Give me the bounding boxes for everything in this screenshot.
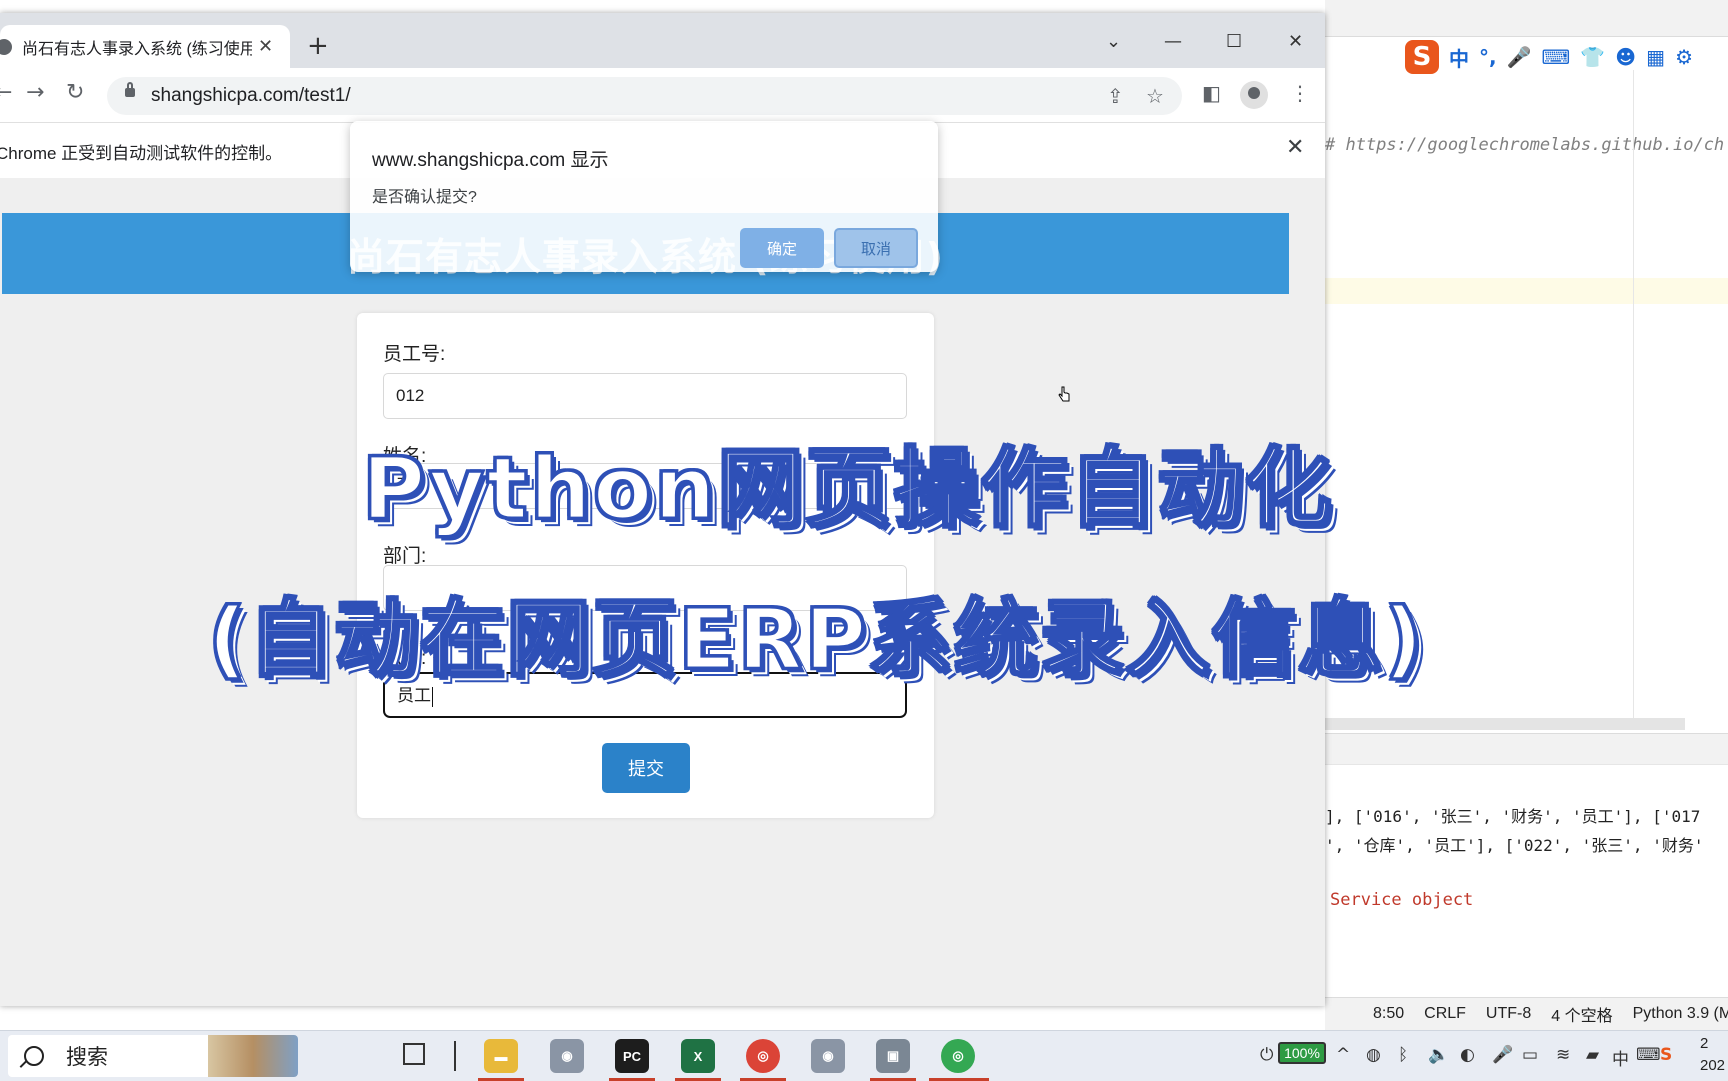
new-tab-button[interactable]: + [307, 31, 329, 61]
bookmark-star-icon[interactable]: ☆ [1146, 84, 1164, 108]
tab-close-icon[interactable]: ✕ [258, 36, 273, 57]
editor-horizontal-scrollbar[interactable] [1325, 718, 1685, 730]
console-output-line: ', '仓库', '员工'], ['022', '张三', '财务' [1325, 836, 1704, 855]
camera-app-icon[interactable]: ▣ [876, 1039, 910, 1073]
tray-app-icon[interactable]: ◐ [1460, 1045, 1475, 1065]
microphone-icon[interactable]: 🎤 [1492, 1045, 1513, 1065]
hand-cursor-icon [1058, 386, 1070, 402]
ime-indicator[interactable]: 中 [1612, 1045, 1629, 1070]
employee-form-card: 员工号: 012 姓名: 王 部门: 职务: 员工 提交 [357, 313, 934, 818]
close-window-button[interactable]: ✕ [1288, 31, 1303, 52]
console-output-line: ], ['016', '张三', '财务', '员工'], ['017 [1325, 807, 1701, 826]
address-bar[interactable]: shangshicpa.com/test1/ ⇪ ☆ [107, 77, 1182, 115]
clock-time: 2 [1700, 1035, 1709, 1052]
line-ending[interactable]: CRLF [1424, 1005, 1466, 1023]
current-line-highlight [1325, 278, 1728, 304]
infobar-close-icon[interactable]: ✕ [1286, 135, 1304, 160]
lock-icon[interactable] [125, 82, 135, 97]
submit-button[interactable]: 提交 [602, 743, 690, 793]
sogou-logo-icon[interactable]: S [1405, 40, 1439, 74]
taskbar-search-box[interactable]: 搜索 [8, 1035, 298, 1077]
indent-setting[interactable]: 4 个空格 [1551, 1002, 1612, 1026]
profile-avatar[interactable] [1240, 81, 1268, 109]
python-interpreter[interactable]: Python 3.9 (My [1633, 1005, 1728, 1023]
excel-icon[interactable]: X [681, 1039, 715, 1073]
search-icon [24, 1046, 44, 1066]
share-icon[interactable]: ⇪ [1107, 84, 1124, 108]
apps-grid-icon[interactable]: ▦ [1646, 45, 1665, 69]
dialog-message: 是否确认提交? [372, 189, 477, 206]
console-output-line: Service object [1330, 890, 1474, 910]
overlay-subtitle: (自动在网页ERP系统录入信息) [206, 589, 1425, 690]
battery-indicator[interactable]: 100% [1278, 1042, 1326, 1064]
file-explorer-icon[interactable]: ▬ [484, 1039, 518, 1073]
code-comment-url: # https://googlechromelabs.github.io/ch [1325, 135, 1725, 155]
chevron-up-icon[interactable]: ^ [1336, 1045, 1350, 1065]
chrome-red-icon[interactable]: ◎ [746, 1039, 780, 1073]
reload-icon[interactable]: ↻ [66, 80, 84, 105]
tab-title: 尚石有志人事录入系统 (练习使用) [22, 40, 252, 58]
tab-active[interactable]: 尚石有志人事录入系统 (练习使用) ✕ [0, 25, 290, 68]
ime-chinese-mode-icon[interactable]: 中 [1449, 43, 1469, 72]
tray-app-icon[interactable]: ▰ [1586, 1045, 1599, 1065]
site-favicon-icon [0, 38, 12, 55]
cursor-position[interactable]: 8:50 [1373, 1005, 1404, 1023]
app-icon[interactable]: ◉ [550, 1039, 584, 1073]
app-icon[interactable]: ◉ [811, 1039, 845, 1073]
tab-strip: 尚石有志人事录入系统 (练习使用) ✕ + ⌄ — ☐ ✕ [0, 13, 1325, 68]
department-label: 部门: [383, 546, 427, 567]
back-arrow-icon[interactable]: ← [0, 80, 12, 105]
punctuation-icon[interactable]: °, [1479, 45, 1497, 69]
microphone-icon[interactable]: 🎤 [1507, 45, 1532, 69]
pycharm-icon[interactable]: PC [615, 1039, 649, 1073]
chrome-icon[interactable]: ◎ [941, 1039, 975, 1073]
employee-id-input[interactable]: 012 [383, 373, 907, 419]
url-text[interactable]: shangshicpa.com/test1/ [151, 85, 351, 107]
side-panel-icon[interactable]: ◧ [1202, 81, 1221, 105]
file-encoding[interactable]: UTF-8 [1486, 1005, 1531, 1023]
screen-icon[interactable]: ▭ [1522, 1045, 1538, 1065]
bluetooth-icon[interactable]: ᛒ [1398, 1045, 1408, 1065]
dialog-cancel-button[interactable]: 取消 [834, 228, 918, 268]
run-console-header [1325, 733, 1728, 765]
volume-icon[interactable]: 🔈 [1428, 1045, 1449, 1065]
employee-id-label: 员工号: [383, 344, 446, 365]
taskbar-clock[interactable]: 2 202 [1700, 1033, 1725, 1077]
tab-search-chevron-icon[interactable]: ⌄ [1106, 31, 1121, 52]
settings-icon[interactable]: ⚙ [1675, 45, 1693, 69]
sogou-tray-icon[interactable]: S [1660, 1045, 1672, 1065]
right-margin-guide [1633, 70, 1634, 730]
forward-arrow-icon[interactable]: → [26, 80, 44, 105]
tray-app-icon[interactable]: ⌨ [1636, 1045, 1661, 1065]
search-highlight-image [208, 1035, 298, 1077]
automation-notice: Chrome 正受到自动测试软件的控制。 [0, 144, 283, 163]
task-view-icon[interactable] [403, 1043, 425, 1065]
browser-toolbar: ← → ↻ shangshicpa.com/test1/ ⇪ ☆ ◧ ⋮ [0, 68, 1325, 122]
game-icon[interactable]: ☻ [1615, 45, 1636, 69]
ime-toolbar: S 中 °, 🎤 ⌨ 👕 ☻ ▦ ⚙ [1405, 40, 1693, 74]
plug-icon[interactable]: ⏻ [1260, 1045, 1273, 1065]
wifi-icon[interactable]: ≋ [1556, 1045, 1570, 1065]
maximize-button[interactable]: ☐ [1226, 31, 1242, 52]
minimize-button[interactable]: — [1164, 31, 1182, 52]
overlay-title: Python网页操作自动化 [360, 438, 1334, 541]
keyboard-icon[interactable]: ⌨ [1542, 45, 1571, 69]
tray-app-icon[interactable]: ◍ [1366, 1045, 1381, 1065]
taskbar-divider [454, 1041, 456, 1071]
dialog-origin: www.shangshicpa.com 显示 [372, 150, 609, 171]
dialog-ok-button[interactable]: 确定 [740, 228, 824, 268]
windows-taskbar: 搜索 ▬ ◉ PC X ◎ ◉ ▣ ◎ ⏻ 100% ^ ◍ ᛒ 🔈 ◐ 🎤 ▭… [0, 1030, 1728, 1081]
skin-icon[interactable]: 👕 [1580, 45, 1605, 69]
ide-window: S 中 °, 🎤 ⌨ 👕 ☻ ▦ ⚙ # https://googlechrom… [1325, 0, 1728, 1030]
ide-status-bar: 8:50 CRLF UTF-8 4 个空格 Python 3.9 (My [1325, 997, 1728, 1030]
clock-date: 202 [1700, 1057, 1726, 1074]
search-label: 搜索 [66, 1046, 108, 1069]
confirm-dialog: www.shangshicpa.com 显示 是否确认提交? 确定 取消 [350, 121, 938, 272]
menu-kebab-icon[interactable]: ⋮ [1290, 81, 1310, 105]
ide-title-strip [1325, 0, 1728, 37]
